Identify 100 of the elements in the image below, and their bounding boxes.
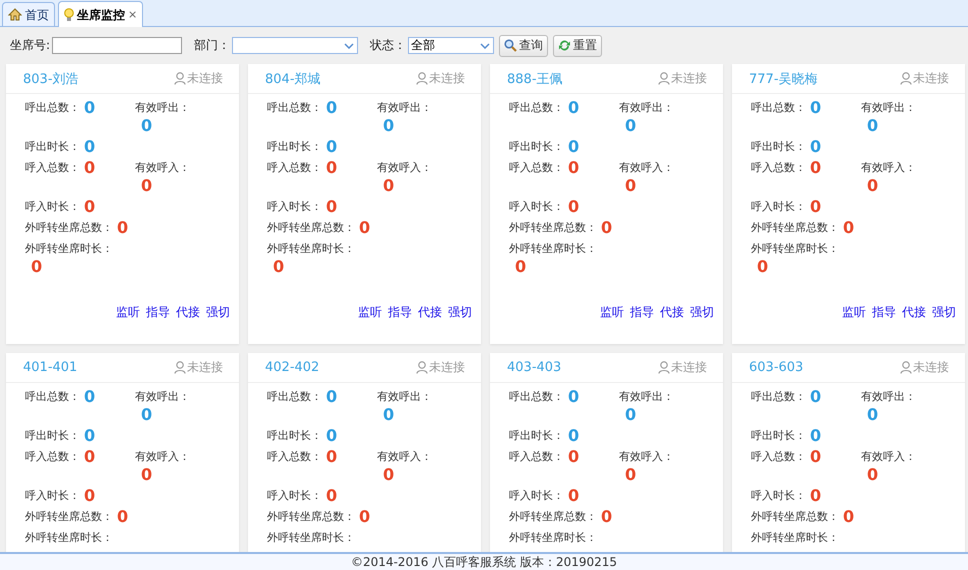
- stat-label: 呼出时长：: [267, 428, 322, 444]
- stat-label: 呼入总数：: [267, 160, 322, 176]
- stat-value: 0: [273, 258, 284, 276]
- stat-label: 外呼转坐席总数：: [751, 509, 839, 525]
- action-link[interactable]: 监听: [358, 304, 382, 321]
- stat-label: 呼入时长：: [751, 488, 806, 504]
- stat-value: 0: [383, 177, 394, 195]
- connection-status: 未连接: [913, 359, 949, 376]
- stat-label: 呼出总数：: [751, 100, 806, 116]
- stat-label: 有效呼入：: [619, 160, 674, 176]
- stat-value: 0: [84, 427, 96, 445]
- stat-value: 0: [625, 177, 636, 195]
- stat-label: 呼入总数：: [25, 160, 80, 176]
- seat-name: 777-吴晓梅: [749, 70, 818, 88]
- stat-label: 有效呼入：: [377, 160, 432, 176]
- stat-label: 外呼转坐席总数：: [25, 509, 113, 525]
- stat-label: 有效呼出：: [377, 100, 432, 116]
- action-link[interactable]: 监听: [842, 304, 866, 321]
- stat-label: 有效呼入：: [377, 449, 432, 465]
- stat-value: 0: [359, 508, 370, 526]
- stat-label: 呼入时长：: [509, 199, 564, 215]
- stat-value: 0: [568, 427, 580, 445]
- stat-value: 0: [568, 159, 580, 177]
- stat-value: 0: [810, 487, 822, 505]
- stat-label: 外呼转坐席时长：: [509, 530, 597, 546]
- seat-field[interactable]: [52, 37, 182, 54]
- action-link[interactable]: 强切: [448, 304, 472, 321]
- stat-value: 0: [84, 198, 96, 216]
- user-icon: [174, 361, 186, 374]
- refresh-icon: [558, 39, 572, 52]
- stat-value: 0: [383, 117, 394, 135]
- action-link[interactable]: 监听: [600, 304, 624, 321]
- stat-label: 呼出时长：: [25, 428, 80, 444]
- stat-label: 呼出总数：: [267, 389, 322, 405]
- action-link[interactable]: 代接: [660, 304, 684, 321]
- action-link[interactable]: 代接: [176, 304, 200, 321]
- user-icon: [900, 361, 912, 374]
- stat-value: 0: [326, 138, 338, 156]
- search-button[interactable]: 查询: [499, 34, 548, 56]
- chevron-down-icon: [480, 42, 490, 48]
- stat-label: 有效呼入：: [135, 449, 190, 465]
- connection-status: 未连接: [671, 70, 707, 87]
- connection-status: 未连接: [671, 359, 707, 376]
- action-link[interactable]: 监听: [116, 304, 140, 321]
- action-link[interactable]: 指导: [630, 304, 654, 321]
- action-link[interactable]: 指导: [146, 304, 170, 321]
- action-link[interactable]: 代接: [418, 304, 442, 321]
- stat-label: 呼出时长：: [509, 139, 564, 155]
- stat-value: 0: [326, 388, 338, 406]
- action-link[interactable]: 指导: [388, 304, 412, 321]
- reset-button[interactable]: 重置: [553, 34, 602, 56]
- stat-label: 呼出时长：: [267, 139, 322, 155]
- search-icon: [504, 39, 518, 52]
- action-link[interactable]: 代接: [902, 304, 926, 321]
- stat-value: 0: [568, 138, 580, 156]
- stat-label: 呼入时长：: [267, 199, 322, 215]
- stat-value: 0: [568, 198, 580, 216]
- action-link[interactable]: 指导: [872, 304, 896, 321]
- seat-name: 888-王佩: [507, 70, 563, 88]
- action-link[interactable]: 强切: [932, 304, 956, 321]
- user-icon: [900, 72, 912, 85]
- tab[interactable]: 首页: [2, 2, 55, 26]
- stat-label: 呼入总数：: [25, 449, 80, 465]
- chevron-down-icon: [344, 42, 354, 48]
- stat-value: 0: [810, 159, 822, 177]
- status-label: 状态：: [370, 37, 406, 54]
- stat-value: 0: [568, 448, 580, 466]
- connection-status: 未连接: [187, 359, 223, 376]
- lightbulb-icon: [64, 8, 74, 22]
- user-icon: [658, 361, 670, 374]
- stat-label: 有效呼入：: [619, 449, 674, 465]
- stat-label: 呼入时长：: [25, 199, 80, 215]
- seat-name: 804-郑城: [265, 70, 321, 88]
- stat-label: 呼出时长：: [751, 139, 806, 155]
- stat-value: 0: [625, 117, 636, 135]
- status-dropdown[interactable]: 全部: [408, 37, 494, 54]
- stat-label: 有效呼入：: [135, 160, 190, 176]
- stat-label: 有效呼出：: [135, 389, 190, 405]
- stat-value: 0: [84, 388, 96, 406]
- stat-label: 外呼转坐席时长：: [267, 241, 355, 257]
- close-icon[interactable]: ×: [128, 8, 138, 21]
- action-link[interactable]: 强切: [690, 304, 714, 321]
- stat-label: 有效呼出：: [619, 389, 674, 405]
- stat-label: 外呼转坐席总数：: [267, 220, 355, 236]
- stat-label: 有效呼出：: [135, 100, 190, 116]
- stat-value: 0: [515, 258, 526, 276]
- stat-value: 0: [867, 177, 878, 195]
- stat-value: 0: [568, 487, 580, 505]
- user-icon: [658, 72, 670, 85]
- action-link[interactable]: 强切: [206, 304, 230, 321]
- seat-name: 803-刘浩: [23, 70, 79, 88]
- stat-value: 0: [810, 198, 822, 216]
- stat-label: 外呼转坐席总数：: [509, 220, 597, 236]
- stat-value: 0: [141, 466, 152, 484]
- connection-status: 未连接: [187, 70, 223, 87]
- stat-value: 0: [843, 508, 854, 526]
- tab[interactable]: 坐席监控 ×: [58, 1, 144, 27]
- home-icon: [8, 8, 22, 21]
- department-dropdown[interactable]: [232, 37, 358, 54]
- stat-value: 0: [117, 508, 128, 526]
